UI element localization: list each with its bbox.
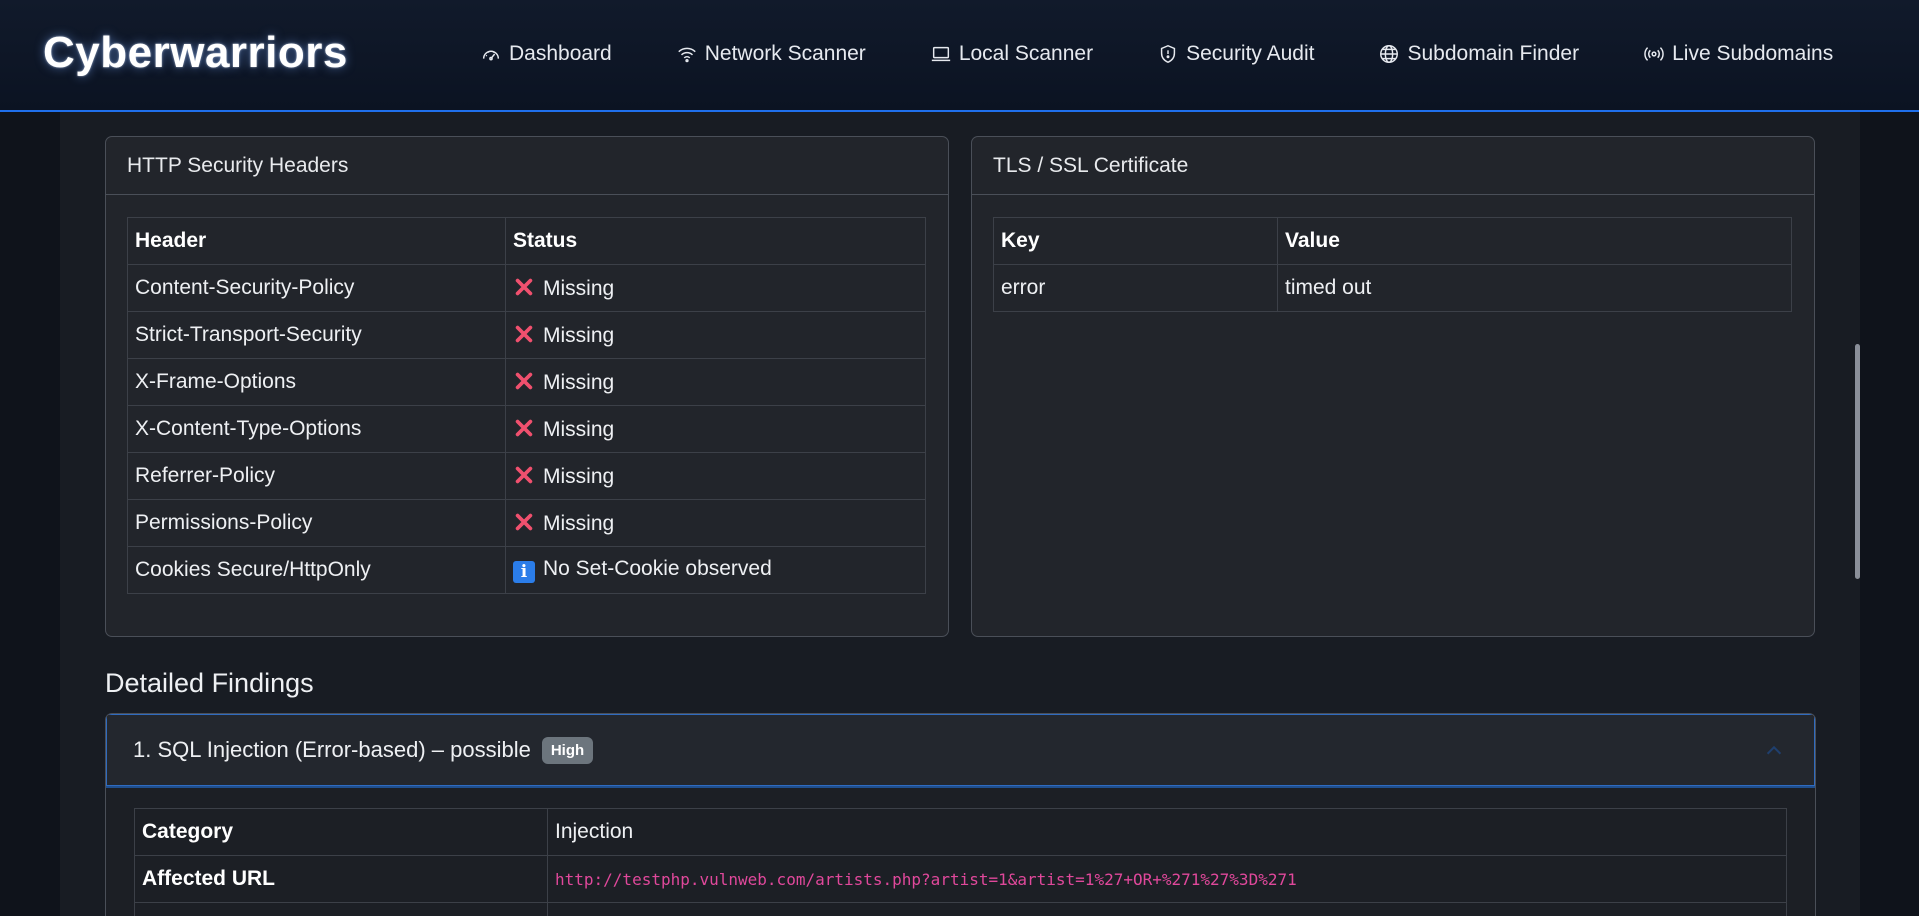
brand-logo-text[interactable]: Cyberwarriors	[43, 28, 348, 78]
table-cell	[547, 902, 1787, 916]
column-header-header: Header	[127, 217, 506, 265]
table-header-row: Key Value	[993, 217, 1792, 265]
affected-url-cell: http://testphp.vulnweb.com/artists.php?a…	[547, 855, 1787, 903]
tls-value-cell: timed out	[1277, 264, 1792, 312]
status-text: Missing	[543, 323, 615, 347]
status-cell: Missing	[505, 264, 926, 312]
table-row: X-Frame-Options Missing	[127, 358, 926, 406]
top-navbar: Cyberwarriors Dashboard Network Scanner …	[0, 0, 1919, 112]
nav-dashboard[interactable]: Dashboard	[480, 42, 612, 66]
status-cell: Missing	[505, 499, 926, 547]
table-row: Category Injection	[134, 808, 1787, 856]
status-cell: Missing	[505, 311, 926, 359]
nav-local-scanner[interactable]: Local Scanner	[930, 42, 1093, 66]
cross-mark-icon	[515, 419, 533, 436]
table-row: error timed out	[993, 264, 1792, 312]
finding-1-toggle[interactable]: 1. SQL Injection (Error-based) – possibl…	[106, 714, 1815, 788]
cross-mark-icon	[515, 466, 533, 483]
column-header-key: Key	[993, 217, 1278, 265]
wifi-icon	[677, 47, 696, 63]
gauge-icon	[482, 50, 500, 61]
affected-url-label: Affected URL	[134, 855, 548, 903]
globe-icon	[1380, 45, 1399, 63]
header-name-cell: X-Content-Type-Options	[127, 405, 506, 453]
cross-mark-icon	[515, 278, 533, 295]
status-cell: Missing	[505, 452, 926, 500]
http-headers-card: HTTP Security Headers Header Status Cont…	[105, 136, 949, 637]
tls-key-cell: error	[993, 264, 1278, 312]
status-cell: i No Set-Cookie observed	[505, 546, 926, 594]
cross-mark-icon	[515, 325, 533, 342]
column-header-status: Status	[505, 217, 926, 265]
finding-1-heading: 1. SQL Injection (Error-based) – possibl…	[133, 737, 531, 762]
info-icon: i	[513, 561, 535, 583]
finding-1-details-table: Category Injection Affected URL http://t…	[134, 808, 1787, 916]
nav-dashboard-label: Dashboard	[509, 42, 612, 65]
nav-live-subdomains-label: Live Subdomains	[1672, 42, 1834, 65]
table-row: Content-Security-Policy Missing	[127, 264, 926, 312]
nav-local-scanner-label: Local Scanner	[958, 42, 1094, 65]
tls-table: Key Value error timed out	[993, 217, 1792, 312]
nav-security-audit-label: Security Audit	[1186, 42, 1315, 65]
status-cell: Missing	[505, 358, 926, 406]
http-headers-table: Header Status Content-Security-Policy Mis…	[127, 217, 926, 594]
severity-badge: High	[541, 736, 594, 764]
status-text: Missing	[543, 417, 615, 441]
cross-mark-icon	[515, 372, 533, 389]
table-row: Affected URL http://testphp.vulnweb.com/…	[134, 855, 1787, 903]
detailed-findings-title: Detailed Findings	[105, 668, 314, 698]
header-name-cell: Referrer-Policy	[127, 452, 506, 500]
status-text: Missing	[543, 511, 615, 535]
tls-card-title: TLS / SSL Certificate	[972, 137, 1814, 195]
table-row: Referrer-Policy Missing	[127, 452, 926, 500]
nav-security-audit[interactable]: Security Audit	[1157, 42, 1314, 66]
scrollbar-thumb[interactable]	[1855, 344, 1860, 579]
header-name-cell: Strict-Transport-Security	[127, 311, 506, 359]
column-header-value: Value	[1277, 217, 1792, 265]
table-row: X-Content-Type-Options Missing	[127, 405, 926, 453]
status-text: Missing	[543, 464, 615, 488]
finding-accordion: 1. SQL Injection (Error-based) – possibl…	[105, 713, 1816, 916]
header-name-cell: X-Frame-Options	[127, 358, 506, 406]
table-row: Cookies Secure/HttpOnly i No Set-Cookie ob…	[127, 546, 926, 594]
nav-subdomain-finder[interactable]: Subdomain Finder	[1378, 42, 1579, 66]
shield-icon	[1160, 44, 1176, 64]
table-header-row: Header Status	[127, 217, 926, 265]
category-value: Injection	[547, 808, 1787, 856]
table-row: Strict-Transport-Security Missing	[127, 311, 926, 359]
table-row	[134, 902, 1787, 916]
table-cell	[134, 902, 548, 916]
nav-network-scanner[interactable]: Network Scanner	[676, 42, 866, 66]
laptop-icon	[931, 46, 950, 62]
status-text: Missing	[543, 276, 615, 300]
cross-mark-icon	[515, 513, 533, 530]
nav-links: Dashboard Network Scanner Local Scanner …	[480, 42, 1833, 66]
nav-live-subdomains[interactable]: Live Subdomains	[1643, 42, 1833, 66]
chevron-up-icon[interactable]	[1763, 740, 1785, 762]
status-text: Missing	[543, 370, 615, 394]
table-row: Permissions-Policy Missing	[127, 499, 926, 547]
nav-network-scanner-label: Network Scanner	[704, 42, 866, 65]
status-text: No Set-Cookie observed	[543, 557, 772, 580]
header-name-cell: Content-Security-Policy	[127, 264, 506, 312]
header-name-cell: Cookies Secure/HttpOnly	[127, 546, 506, 594]
status-cell: Missing	[505, 405, 926, 453]
tls-certificate-card: TLS / SSL Certificate Key Value error tim…	[971, 136, 1815, 637]
nav-subdomain-finder-label: Subdomain Finder	[1407, 42, 1580, 65]
category-label: Category	[134, 808, 548, 856]
affected-url-value[interactable]: http://testphp.vulnweb.com/artists.php?a…	[555, 870, 1297, 889]
http-headers-card-title: HTTP Security Headers	[106, 137, 948, 195]
header-name-cell: Permissions-Policy	[127, 499, 506, 547]
broadcast-icon	[1644, 47, 1664, 61]
